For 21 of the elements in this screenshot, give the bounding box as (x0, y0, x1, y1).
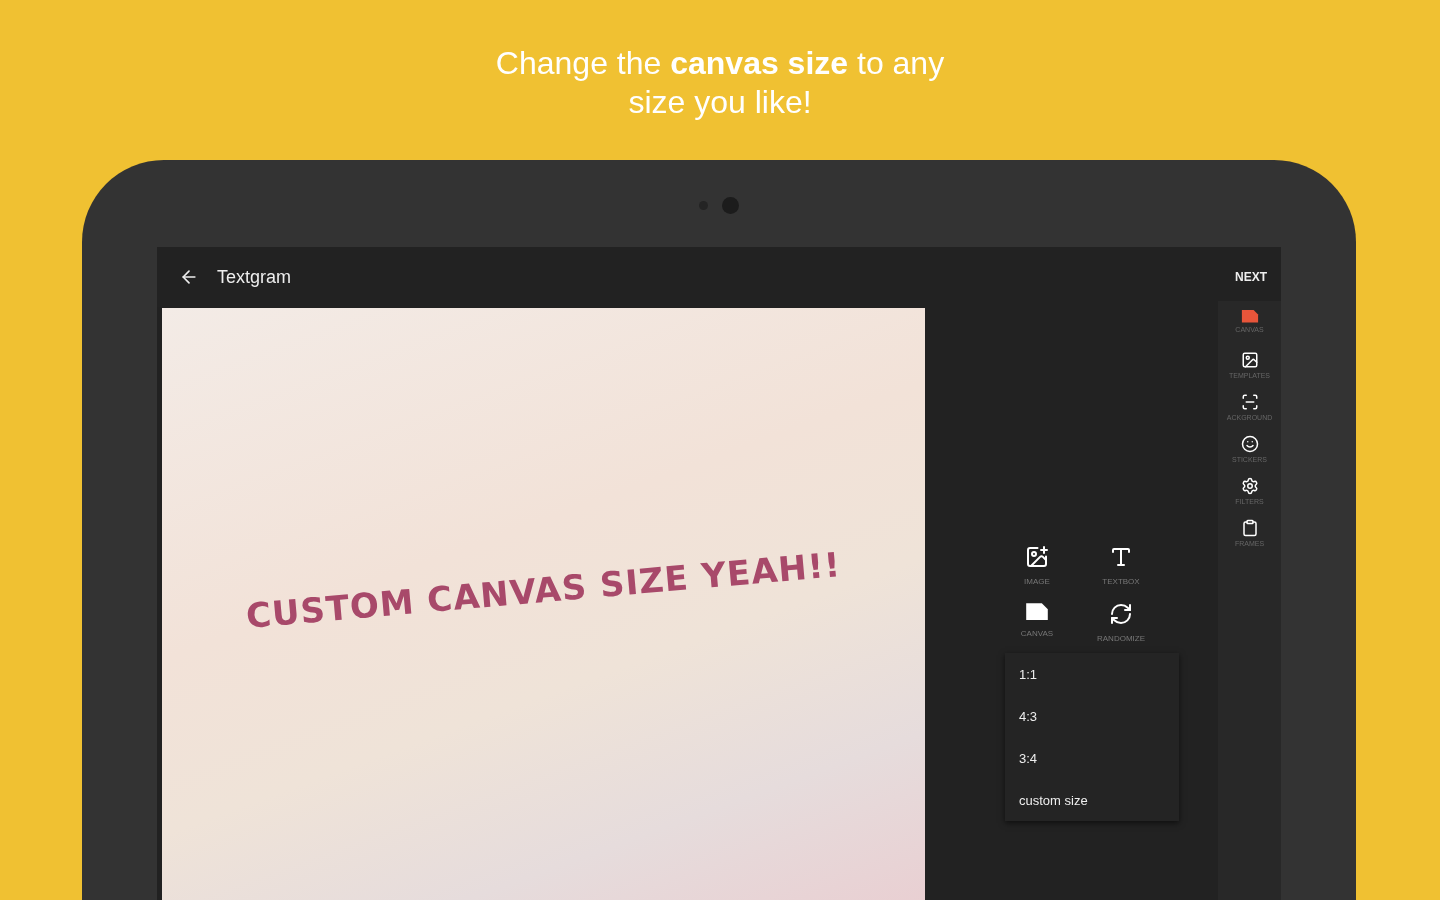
menu-item[interactable]: 1:1 (1005, 653, 1179, 695)
add-text-icon (1109, 545, 1133, 569)
app-title: Textgram (217, 266, 293, 288)
refresh-icon (1109, 602, 1133, 626)
smiley-icon (1240, 435, 1259, 453)
gear-icon (1240, 477, 1259, 495)
menu-item[interactable]: 4:3 (1005, 695, 1179, 737)
canvas-icon (1240, 309, 1259, 324)
add-photo-icon (1025, 545, 1049, 569)
tool-button[interactable]: TEXTBOX (1079, 545, 1163, 586)
headline: Change the canvas size to any size you like! (494, 44, 946, 122)
tool-button[interactable]: RANDOMIZE (1079, 602, 1163, 643)
menu-item[interactable]: custom size (1005, 779, 1179, 821)
tool-button[interactable]: CANVAS (1005, 602, 1069, 643)
canvas-icon (1025, 602, 1049, 622)
tool-button[interactable]: IMAGE (1005, 545, 1069, 586)
image-icon (1240, 351, 1259, 369)
menu-item[interactable]: 3:4 (1005, 737, 1179, 779)
camera-dot (722, 197, 739, 214)
next-button[interactable]: NEXT (1235, 266, 1267, 288)
canvas-text: CUSTOM CANVAS SIZE YEAH!! (244, 544, 843, 636)
